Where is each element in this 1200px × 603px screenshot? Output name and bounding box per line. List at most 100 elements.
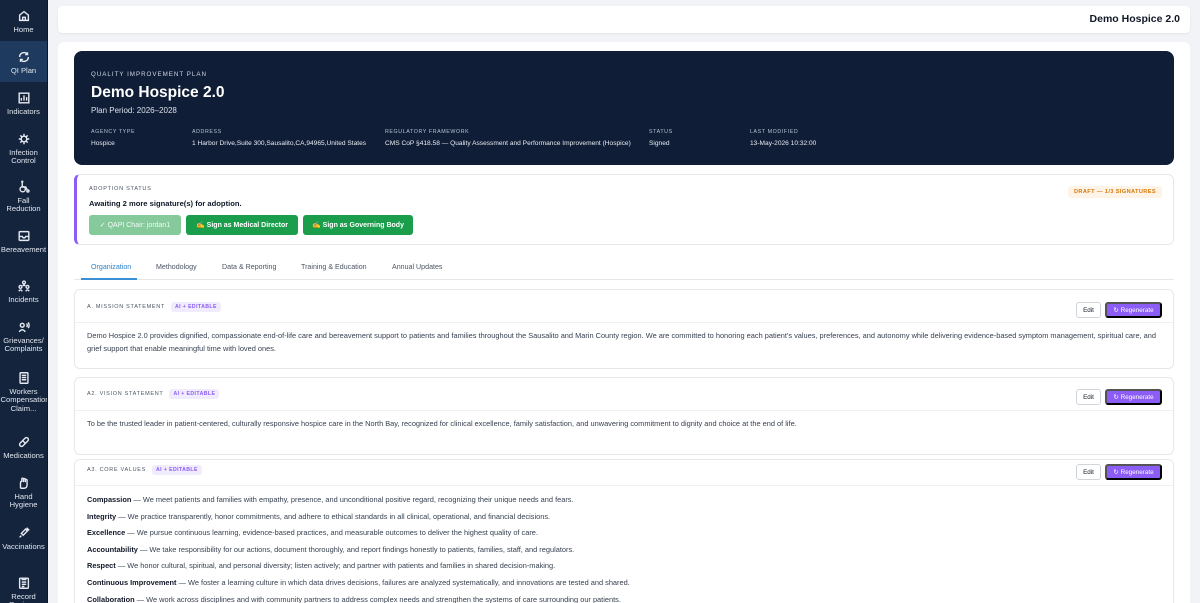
- sidebar-item-qi-plan[interactable]: QI Plan: [0, 41, 47, 82]
- mission-statement-card: A. MISSION STATEMENT AI + EDITABLE Edit …: [74, 289, 1174, 369]
- wheelchair-icon: [18, 180, 30, 193]
- core-value-text: — We pursue continuous learning, evidenc…: [125, 528, 538, 537]
- edit-button[interactable]: Edit: [1076, 464, 1101, 480]
- tab-methodology[interactable]: Methodology: [156, 263, 197, 271]
- core-value-term: Accountability: [87, 545, 138, 554]
- vision-text: To be the trusted leader in patient-cent…: [87, 419, 797, 428]
- edit-button[interactable]: Edit: [1076, 389, 1101, 405]
- sidebar-item-label: Hand Hygiene: [9, 492, 38, 510]
- sidebar-item-label: Grievances/ Complaints: [3, 336, 44, 354]
- meta-value: 1 Harbor Drive,Suite 300,Sausalito,CA,94…: [192, 140, 367, 147]
- core-value-text: — We honor cultural, spiritual, and pers…: [115, 561, 556, 570]
- top-bar: Demo Hospice 2.0: [58, 6, 1190, 33]
- meta-label: REGULATORY FRAMEWORK: [385, 129, 470, 135]
- sidebar: Home QI Plan Indicators Infection Contro…: [0, 0, 48, 603]
- clipboard-icon: [18, 577, 29, 589]
- regenerate-button[interactable]: ↻ Regenerate: [1105, 302, 1162, 318]
- sign-medical-director-button[interactable]: ✍ Sign as Medical Director: [186, 215, 298, 235]
- ai-editable-tag: AI + EDITABLE: [169, 389, 220, 399]
- active-tab-indicator: [81, 278, 137, 280]
- plan-period: Plan Period: 2026–2028: [91, 106, 177, 115]
- section-label: A. MISSION STATEMENT: [87, 304, 165, 310]
- sidebar-item-label: Home: [13, 25, 34, 34]
- regenerate-label: Regenerate: [1120, 306, 1154, 314]
- meta-label: ADDRESS: [192, 129, 222, 135]
- pill-icon: [18, 436, 29, 448]
- core-value-text: — We practice transparently, honor commi…: [116, 512, 551, 521]
- card-header: A3. CORE VALUES AI + EDITABLE: [87, 465, 202, 475]
- meta-regulatory-framework: REGULATORY FRAMEWORK CMS CoP §418.58 — Q…: [385, 129, 631, 147]
- plan-header: QUALITY IMPROVEMENT PLAN Demo Hospice 2.…: [74, 51, 1174, 165]
- sidebar-item-fall-reduction[interactable]: Fall Reduction: [0, 171, 47, 220]
- refresh-icon: [18, 51, 29, 63]
- virus-icon: [18, 133, 29, 145]
- refresh-icon: ↻: [1113, 306, 1119, 314]
- sidebar-item-indicators[interactable]: Indicators: [0, 82, 47, 123]
- edit-button[interactable]: Edit: [1076, 302, 1101, 318]
- meta-value: 13-May-2026 10:32:00: [750, 140, 817, 147]
- hand-icon: [19, 477, 28, 489]
- sidebar-item-label: Fall Reduction: [6, 196, 41, 214]
- sidebar-item-incidents[interactable]: Incidents: [0, 270, 47, 311]
- inbox-icon: [17, 230, 30, 242]
- core-values-card: A3. CORE VALUES AI + EDITABLE Edit ↻ Rege…: [74, 459, 1174, 603]
- regenerate-button[interactable]: ↻ Regenerate: [1105, 389, 1162, 405]
- meta-value: Hospice: [91, 140, 115, 147]
- divider: [75, 410, 1173, 411]
- adoption-status-label: ADOPTION STATUS: [89, 186, 152, 192]
- main-panel: QUALITY IMPROVEMENT PLAN Demo Hospice 2.…: [58, 42, 1190, 603]
- core-value-text: — We foster a learning culture in which …: [176, 578, 630, 587]
- people-icon: [17, 280, 30, 292]
- core-value-item: Compassion — We meet patients and famili…: [87, 495, 574, 504]
- meta-agency-type: AGENCY TYPE Hospice: [91, 129, 135, 147]
- signed-qapi-chair-button: ✓ QAPI Chair: jordan1: [89, 215, 181, 235]
- regenerate-button[interactable]: ↻ Regenerate: [1105, 464, 1162, 480]
- sidebar-item-hand-hygiene[interactable]: Hand Hygiene: [0, 467, 47, 517]
- sidebar-item-grievances[interactable]: Grievances/ Complaints: [0, 311, 47, 362]
- core-value-term: Integrity: [87, 512, 117, 521]
- tab-data-reporting[interactable]: Data & Reporting: [222, 263, 276, 271]
- core-value-text: — We work across disciplines and with co…: [134, 595, 621, 603]
- tab-annual-updates[interactable]: Annual Updates: [392, 263, 442, 271]
- ai-editable-tag: AI + EDITABLE: [170, 302, 221, 312]
- meta-last-modified: LAST MODIFIED 13-May-2026 10:32:00: [750, 129, 816, 147]
- meta-status: STATUS Signed: [649, 129, 673, 147]
- sidebar-item-infection-control[interactable]: Infection Control: [0, 123, 47, 171]
- sidebar-item-bereavement[interactable]: Bereavement: [0, 220, 47, 270]
- sign-governing-body-button[interactable]: ✍ Sign as Governing Body: [303, 215, 413, 235]
- syringe-icon: [18, 527, 30, 538]
- sidebar-item-vaccinations[interactable]: Vaccinations: [0, 517, 47, 567]
- section-label: A3. CORE VALUES: [87, 467, 146, 473]
- tab-organization[interactable]: Organization: [91, 263, 131, 271]
- section-label: A2. VISION STATEMENT: [87, 391, 164, 397]
- adoption-message: Awaiting 2 more signature(s) for adoptio…: [89, 199, 242, 208]
- meta-label: AGENCY TYPE: [91, 129, 136, 135]
- plan-kicker: QUALITY IMPROVEMENT PLAN: [91, 71, 207, 78]
- sidebar-item-label: Infection Control: [9, 148, 38, 166]
- document-icon: [18, 372, 29, 384]
- agency-name: Demo Hospice 2.0: [1089, 13, 1180, 25]
- regenerate-label: Regenerate: [1120, 468, 1154, 476]
- sidebar-item-label: QI Plan: [10, 66, 37, 75]
- core-value-term: Continuous Improvement: [87, 578, 177, 587]
- sidebar-item-label: Vaccinations: [2, 542, 45, 551]
- regenerate-label: Regenerate: [1120, 393, 1154, 401]
- sidebar-item-record-reviews[interactable]: Record Reviews: [0, 567, 47, 603]
- core-value-text: — We take responsibility for our actions…: [137, 545, 575, 554]
- sidebar-item-label: Workers Compensation Claim...: [0, 387, 48, 413]
- core-value-term: Collaboration: [87, 595, 135, 603]
- home-icon: [18, 10, 29, 22]
- card-header: A. MISSION STATEMENT AI + EDITABLE: [87, 302, 221, 312]
- core-value-item: Collaboration — We work across disciplin…: [87, 595, 621, 603]
- card-header: A2. VISION STATEMENT AI + EDITABLE: [87, 389, 220, 399]
- sidebar-item-label: Bereavement: [0, 245, 47, 254]
- sidebar-item-medications[interactable]: Medications: [0, 426, 47, 467]
- sidebar-item-workers-compensation[interactable]: Workers Compensation Claim...: [0, 362, 47, 426]
- tab-training-education[interactable]: Training & Education: [301, 263, 367, 271]
- refresh-icon: ↻: [1113, 393, 1119, 401]
- sidebar-item-home[interactable]: Home: [0, 0, 47, 41]
- adoption-status-card: ADOPTION STATUS Awaiting 2 more signatur…: [74, 174, 1174, 245]
- core-value-item: Continuous Improvement — We foster a lea…: [87, 578, 630, 587]
- divider: [75, 322, 1173, 323]
- sidebar-item-label: Record Reviews: [9, 592, 38, 603]
